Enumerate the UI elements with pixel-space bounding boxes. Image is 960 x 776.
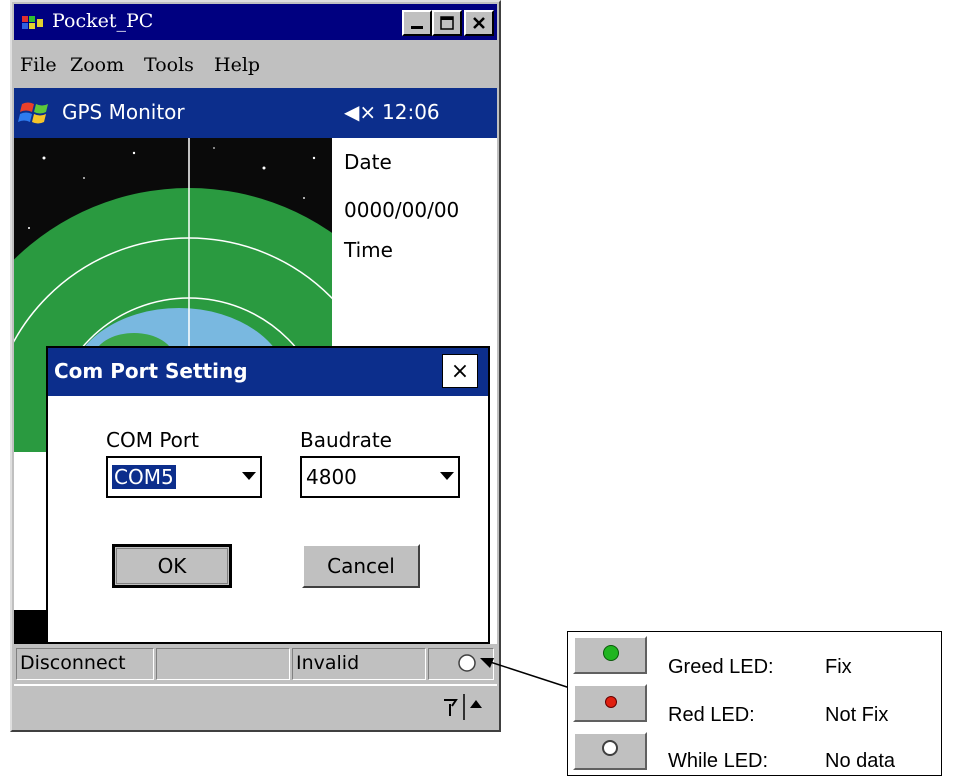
red-led-button: [573, 684, 647, 722]
red-led-icon: [605, 696, 617, 708]
legend-led-status: Fix: [825, 656, 852, 678]
white-led-icon: [602, 740, 618, 756]
legend-led-status: Not Fix: [825, 704, 889, 726]
legend-led-status: No data: [825, 750, 896, 772]
green-led-button: [573, 636, 647, 674]
legend-led-name: While LED:: [668, 750, 769, 772]
led-legend: Greed LED: Fix Red LED: Not Fix While LE…: [567, 631, 942, 776]
white-led-button: [573, 732, 647, 770]
legend-led-name: Greed LED:: [668, 656, 774, 678]
green-led-icon: [603, 645, 619, 661]
legend-led-name: Red LED:: [668, 704, 755, 726]
